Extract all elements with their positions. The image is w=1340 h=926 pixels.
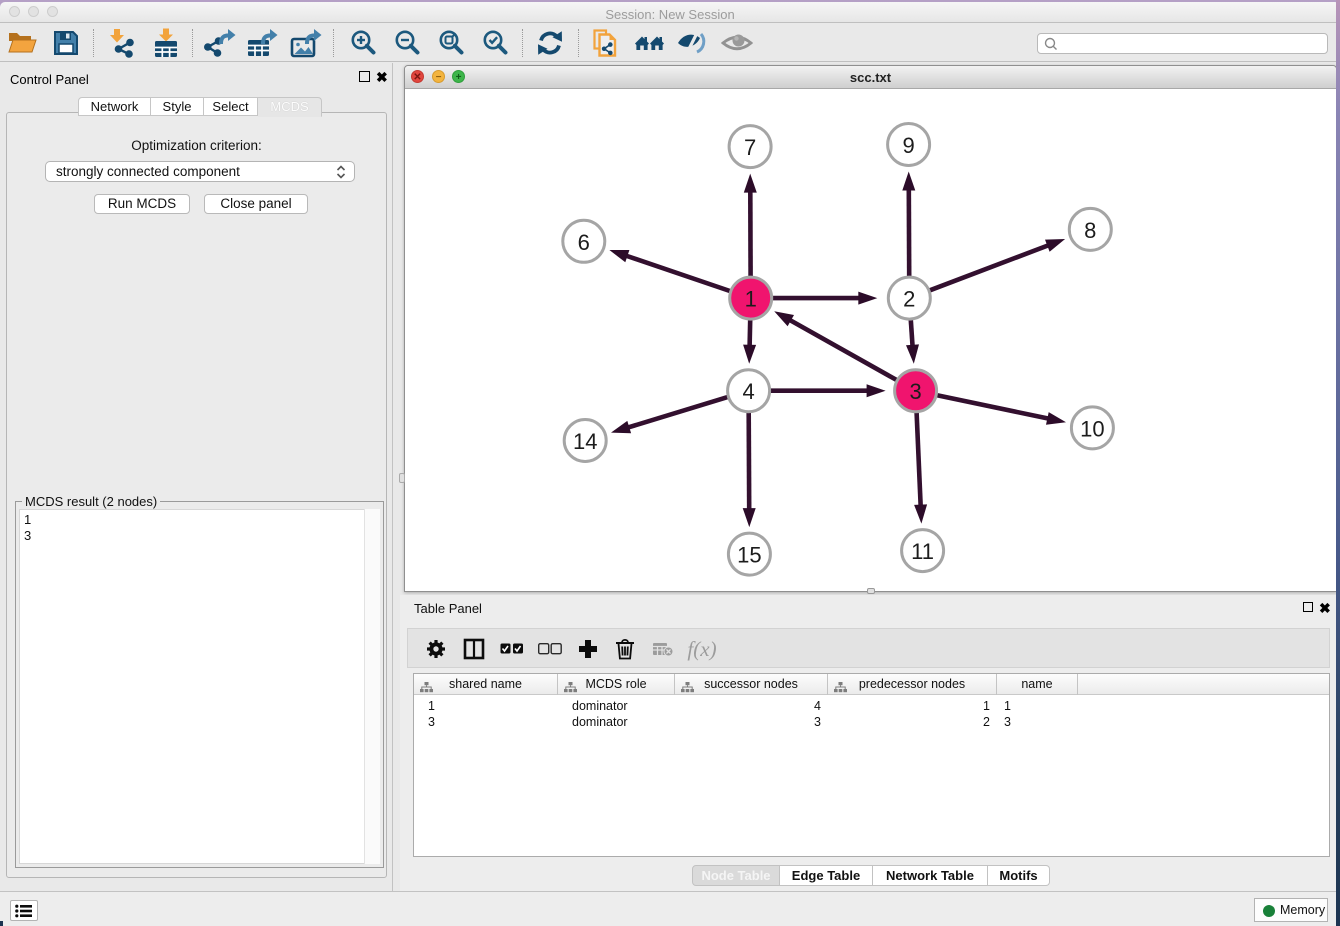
svg-text:11: 11 (911, 539, 934, 564)
svg-text:6: 6 (578, 230, 590, 255)
svg-text:14: 14 (573, 429, 597, 454)
svg-text:3: 3 (909, 379, 921, 404)
svg-text:9: 9 (902, 133, 914, 158)
svg-text:4: 4 (742, 379, 754, 404)
svg-text:15: 15 (737, 543, 761, 568)
svg-text:1: 1 (745, 287, 757, 312)
svg-text:7: 7 (744, 135, 756, 160)
svg-text:10: 10 (1080, 416, 1104, 441)
svg-text:8: 8 (1084, 218, 1096, 243)
svg-text:2: 2 (903, 287, 915, 312)
